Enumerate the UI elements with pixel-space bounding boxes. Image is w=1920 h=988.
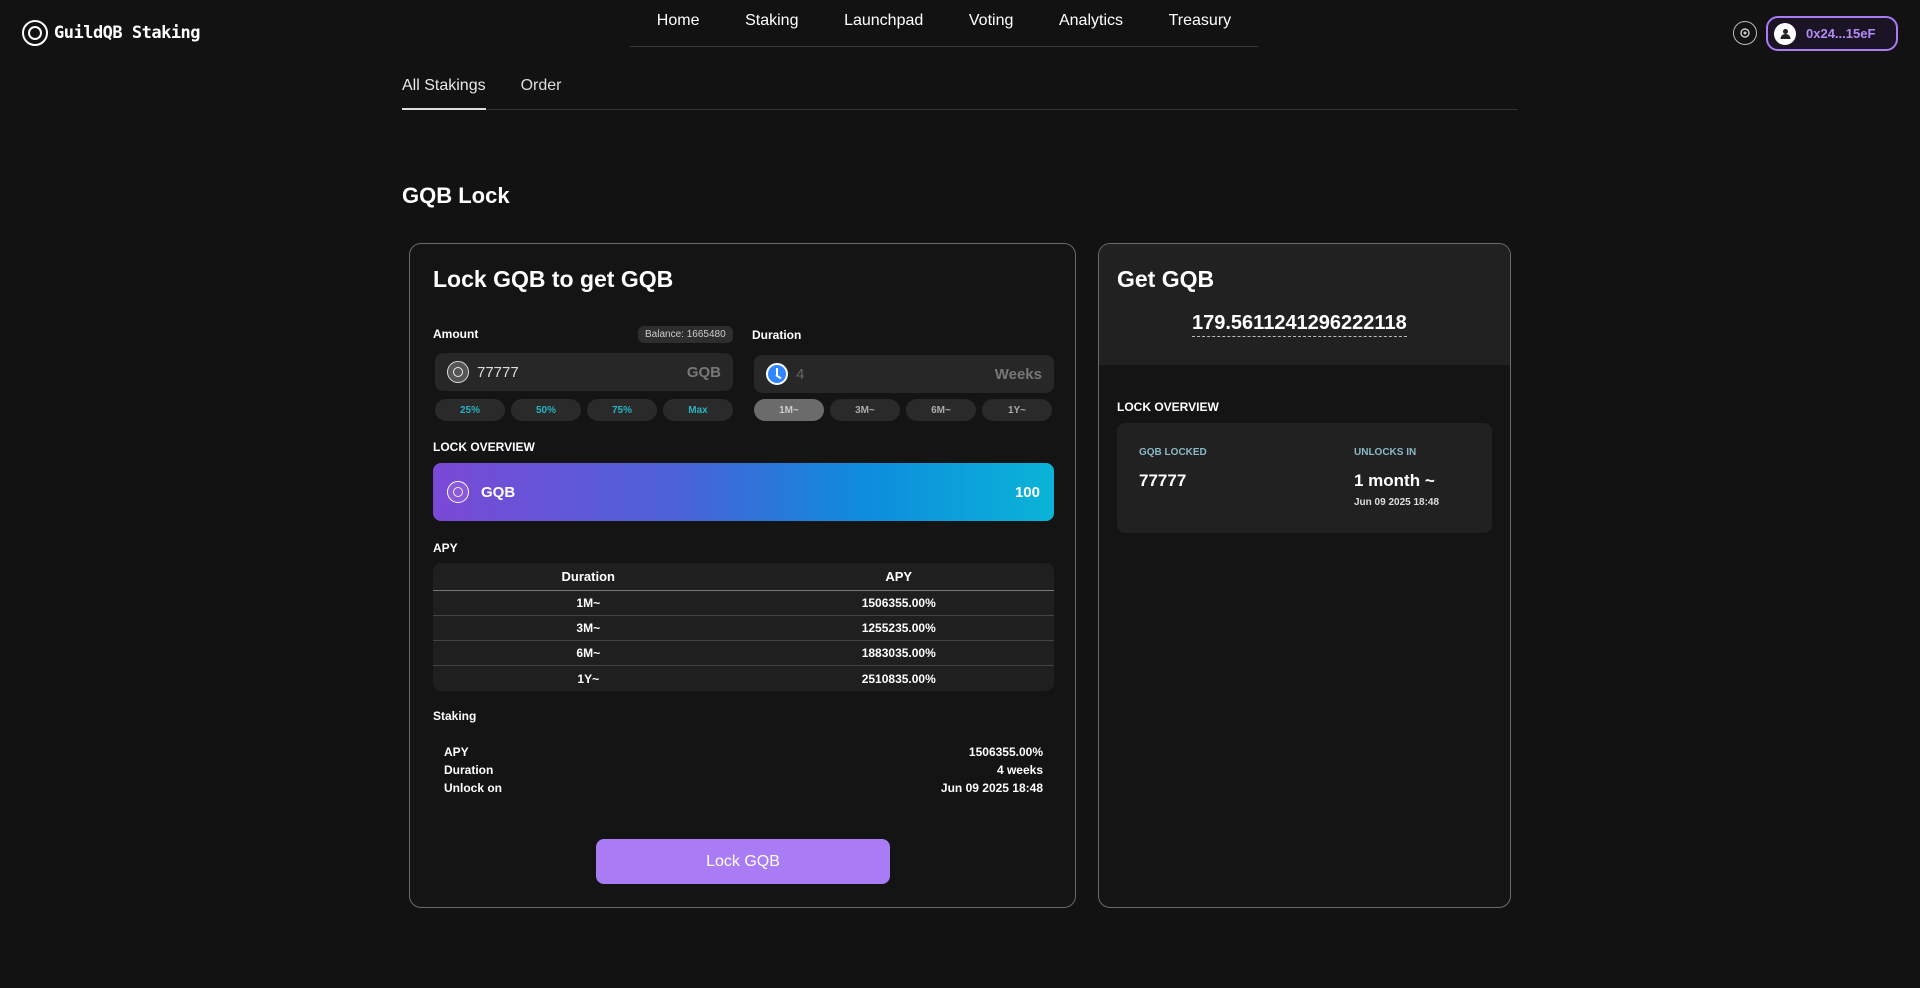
duration-1m-chip[interactable]: 1M~: [754, 399, 824, 421]
summary-duration-label: Duration: [444, 763, 494, 777]
overview-value: 100: [1014, 483, 1040, 501]
duration-1y-chip[interactable]: 1Y~: [982, 399, 1052, 421]
summary-duration-value: 4 weeks: [996, 763, 1043, 777]
amount-field[interactable]: 77777 GQB: [435, 353, 733, 391]
table-row: 3M~ 1255235.00%: [433, 616, 1054, 641]
summary-apy-value: 1506355.00%: [968, 745, 1043, 759]
wallet-avatar-icon: [1774, 22, 1796, 45]
amount-50-chip[interactable]: 50%: [511, 399, 581, 421]
apy-value-cell: 2510835.00%: [861, 671, 936, 686]
apy-duration-cell: 3M~: [576, 621, 601, 635]
balance-badge: Balance: 1665480: [638, 326, 733, 343]
gqb-coin-icon: [447, 481, 469, 503]
unlocks-value: 1 month ~: [1354, 471, 1435, 490]
unlocks-date: Jun 09 2025 18:48: [1354, 497, 1440, 508]
apy-value-cell: 1255235.00%: [861, 621, 936, 635]
get-card: Get GQB 179.5611241296222118 LOCK OVERVI…: [1098, 243, 1511, 908]
apy-duration-cell: 6M~: [576, 646, 601, 660]
get-overview-label: LOCK OVERVIEW: [1117, 400, 1219, 414]
nav-launchpad[interactable]: Launchpad: [844, 12, 923, 34]
apy-value-cell: 1506355.00%: [861, 596, 936, 610]
get-card-title: Get GQB: [1117, 266, 1215, 292]
logo-icon: [22, 20, 48, 46]
tab-order[interactable]: Order: [521, 72, 562, 110]
summary-duration-row: Duration 4 weeks: [444, 763, 1043, 777]
lock-card: Lock GQB to get GQB Amount Balance: 1665…: [409, 243, 1076, 908]
amount-input[interactable]: 77777: [477, 364, 687, 381]
amount-max-chip[interactable]: Max: [663, 399, 733, 421]
amount-75-chip[interactable]: 75%: [587, 399, 657, 421]
table-row: 1Y~ 2510835.00%: [433, 666, 1054, 691]
gear-icon: [1740, 28, 1750, 38]
staking-subtabs: All Stakings Order: [402, 72, 1518, 110]
summary-unlock-row: Unlock on Jun 09 2025 18:48: [444, 781, 1043, 795]
overview-token: GQB: [481, 483, 516, 501]
get-card-header: [1099, 244, 1510, 365]
locked-label: GQB LOCKED: [1139, 447, 1207, 458]
apy-header-duration: Duration: [561, 569, 615, 584]
lock-overview-label: LOCK OVERVIEW: [433, 440, 535, 454]
wallet-button[interactable]: 0x24...15eF: [1766, 16, 1898, 51]
duration-label: Duration: [752, 328, 802, 342]
lock-card-title: Lock GQB to get GQB: [433, 266, 674, 292]
summary-apy-label: APY: [444, 745, 469, 759]
get-value: 179.5611241296222118: [1192, 312, 1407, 337]
duration-field[interactable]: 4 Weeks: [754, 355, 1054, 393]
summary-unlock-value: Jun 09 2025 18:48: [940, 781, 1043, 795]
nav-analytics[interactable]: Analytics: [1059, 12, 1123, 34]
get-overview-box: GQB LOCKED 77777 UNLOCKS IN 1 month ~ Ju…: [1117, 423, 1492, 533]
amount-label: Amount: [433, 327, 479, 341]
nav-voting[interactable]: Voting: [969, 12, 1013, 34]
apy-label: APY: [433, 541, 458, 555]
apy-duration-cell: 1Y~: [577, 671, 600, 686]
nav-treasury[interactable]: Treasury: [1169, 12, 1232, 34]
clock-icon: [766, 363, 788, 385]
app-logo[interactable]: GuildQB Staking: [22, 20, 201, 46]
table-row: 6M~ 1883035.00%: [433, 641, 1054, 666]
tab-all-stakings[interactable]: All Stakings: [402, 72, 486, 110]
logo-text: GuildQB Staking: [54, 23, 201, 43]
duration-input[interactable]: 4: [796, 366, 995, 383]
amount-25-chip[interactable]: 25%: [435, 399, 505, 421]
amount-unit: GQB: [686, 363, 721, 381]
nav-home[interactable]: Home: [657, 12, 700, 34]
page-title: GQB Lock: [402, 183, 510, 208]
lock-overview-bar: GQB 100: [433, 463, 1054, 521]
duration-unit: Weeks: [994, 365, 1042, 383]
lock-gqb-button[interactable]: Lock GQB: [596, 839, 890, 884]
apy-duration-cell: 1M~: [576, 596, 601, 610]
apy-header-apy: APY: [885, 569, 913, 584]
wallet-address: 0x24...15eF: [1806, 26, 1876, 41]
apy-value-cell: 1883035.00%: [861, 646, 936, 660]
duration-6m-chip[interactable]: 6M~: [906, 399, 976, 421]
duration-3m-chip[interactable]: 3M~: [830, 399, 900, 421]
table-row: 1M~ 1506355.00%: [433, 591, 1054, 616]
gqb-coin-icon: [447, 361, 469, 383]
locked-value: 77777: [1139, 471, 1187, 490]
apy-table: Duration APY 1M~ 1506355.00% 3M~ 1255235…: [433, 563, 1054, 691]
summary-unlock-label: Unlock on: [444, 781, 503, 795]
settings-button[interactable]: [1733, 21, 1757, 45]
staking-label: Staking: [433, 709, 477, 723]
unlocks-label: UNLOCKS IN: [1354, 447, 1417, 458]
main-nav: Home Staking Launchpad Voting Analytics …: [630, 0, 1258, 47]
summary-apy-row: APY 1506355.00%: [444, 745, 1043, 759]
nav-staking[interactable]: Staking: [745, 12, 798, 34]
apy-table-header: Duration APY: [433, 563, 1054, 591]
